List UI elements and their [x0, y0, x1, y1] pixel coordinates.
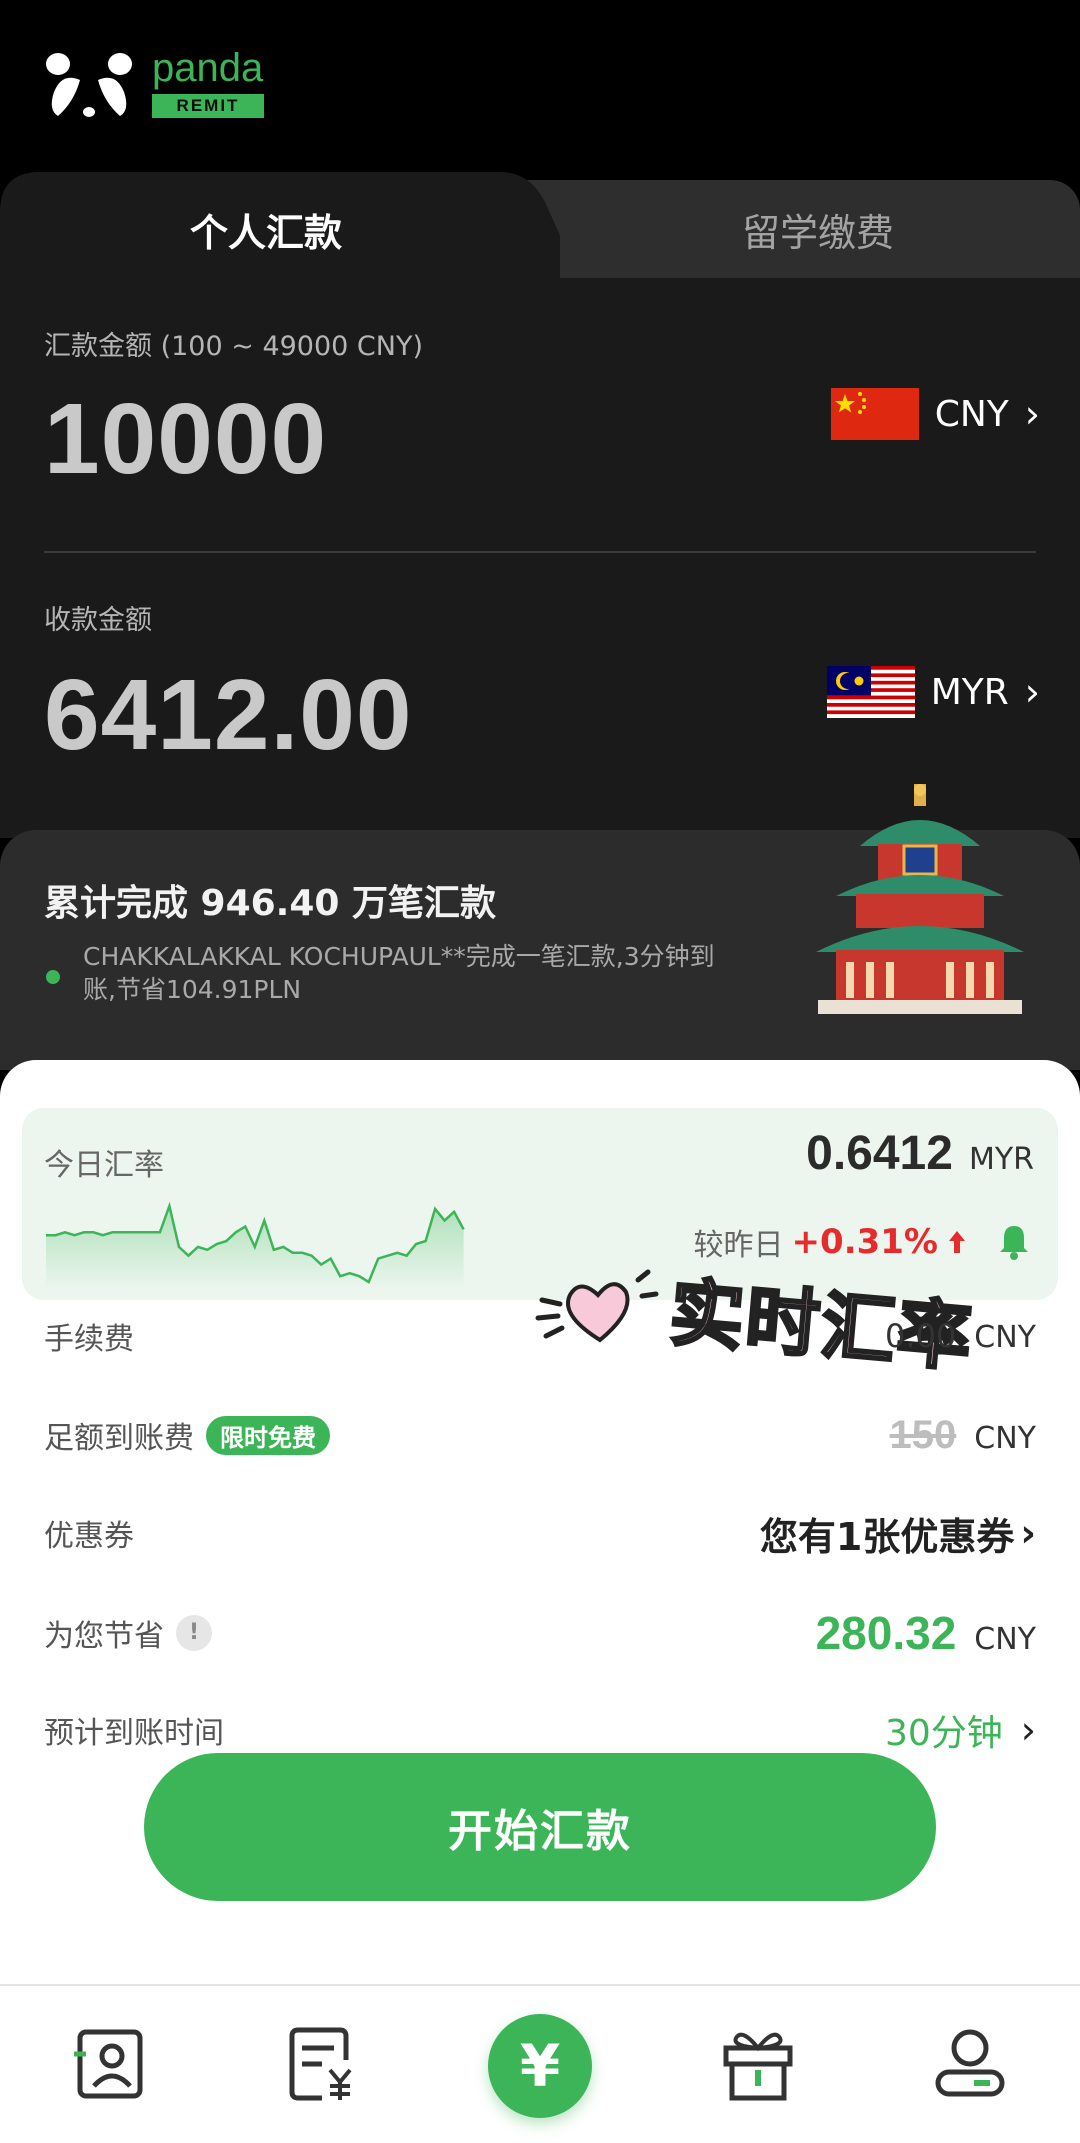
china-flag-icon: [830, 388, 919, 440]
full-arrival-fee-row: 足额到账费 限时免费 150 CNY: [44, 1405, 1036, 1465]
panda-remit-logo: panda REMIT: [44, 46, 274, 122]
chevron-right-icon: ›: [1020, 1708, 1036, 1752]
receive-currency-code: MYR: [930, 671, 1009, 713]
rate-change-percent: +0.31%: [791, 1222, 938, 1262]
full-arrival-fee-value: 150: [889, 1412, 957, 1457]
stats-title: 累计完成 946.40 万笔汇款: [44, 883, 496, 924]
malaysia-flag-icon: [826, 666, 915, 718]
receive-amount-label: 收款金额: [44, 605, 152, 636]
send-amount-label: 汇款金额 (100 ~ 49000 CNY): [44, 331, 423, 362]
recipients-icon[interactable]: [70, 2024, 150, 2104]
chevron-right-icon: ›: [1024, 670, 1040, 714]
temple-of-heaven-icon: [816, 784, 1024, 1014]
full-arrival-fee-unit: CNY: [974, 1420, 1036, 1456]
fee-unit: CNY: [974, 1320, 1036, 1355]
info-icon[interactable]: !: [176, 1615, 212, 1651]
saving-unit: CNY: [974, 1622, 1036, 1657]
orders-icon[interactable]: [282, 2024, 362, 2104]
receive-amount-value[interactable]: 6412.00: [44, 658, 412, 773]
send-currency-code: CNY: [934, 393, 1009, 435]
live-dot-icon: [46, 970, 60, 984]
send-currency-selector[interactable]: CNY ›: [830, 386, 1040, 442]
tab-personal-remit[interactable]: 个人汇款: [190, 202, 342, 257]
coupon-label: 优惠券: [44, 1519, 134, 1554]
chevron-right-icon: ›: [1020, 1511, 1036, 1555]
amount-divider: [44, 551, 1036, 553]
remit-home-button[interactable]: ¥: [488, 2014, 592, 2118]
receive-currency-selector[interactable]: MYR ›: [826, 664, 1040, 720]
chevron-right-icon: ›: [1024, 392, 1040, 436]
fee-label: 手续费: [44, 1322, 134, 1357]
coupon-value: 您有1张优惠券: [759, 1514, 1015, 1559]
panda-logo-icon: [46, 53, 132, 117]
gift-icon[interactable]: [718, 2024, 798, 2104]
brand-wordmark: panda: [152, 46, 264, 90]
eta-value: 30分钟: [884, 1713, 1003, 1754]
coupon-row[interactable]: 优惠券 您有1张优惠券 ›: [44, 1503, 1036, 1563]
fee-row: 手续费 0.00 CNY: [44, 1306, 1036, 1366]
saving-value: 280.32: [815, 1607, 957, 1659]
tab-study-payment[interactable]: 留学缴费: [742, 202, 894, 257]
rate-change: 较昨日 +0.31%: [694, 1220, 1034, 1264]
stats-banner: 累计完成 946.40 万笔汇款 CHAKKALAKKAL KOCHUPAUL*…: [0, 784, 1080, 1070]
full-arrival-fee-label: 足额到账费: [44, 1421, 194, 1456]
send-amount-input[interactable]: 10000: [44, 382, 327, 497]
profile-icon[interactable]: [930, 2024, 1010, 2104]
rate-title: 今日汇率: [44, 1148, 164, 1183]
rate-value: 0.6412 MYR: [806, 1126, 1034, 1181]
remit-type-tabs: 个人汇款 留学缴费: [0, 172, 1080, 280]
bottom-nav: ¥: [0, 1984, 1080, 2143]
eta-row[interactable]: 预计到账时间 30分钟 ›: [44, 1700, 1036, 1760]
rate-number: 0.6412: [806, 1127, 953, 1180]
saving-label: 为您节省: [44, 1619, 164, 1654]
saving-row: 为您节省 ! 280.32 CNY: [44, 1603, 1036, 1663]
amount-card: 汇款金额 (100 ~ 49000 CNY) 10000 CNY › 收款金额 …: [0, 278, 1080, 838]
stats-message: CHAKKALAKKAL KOCHUPAUL**完成一笔汇款,3分钟到账,节省1…: [83, 942, 715, 1004]
bell-icon[interactable]: [994, 1222, 1034, 1262]
limited-free-badge: 限时免费: [206, 1415, 330, 1455]
rate-unit: MYR: [968, 1142, 1034, 1177]
fee-value: 0.00: [885, 1317, 957, 1355]
start-remit-button[interactable]: 开始汇款: [144, 1753, 936, 1901]
arrow-up-icon: [949, 1231, 965, 1253]
eta-label: 预计到账时间: [44, 1716, 224, 1751]
brand-remit-tag: REMIT: [152, 94, 264, 118]
